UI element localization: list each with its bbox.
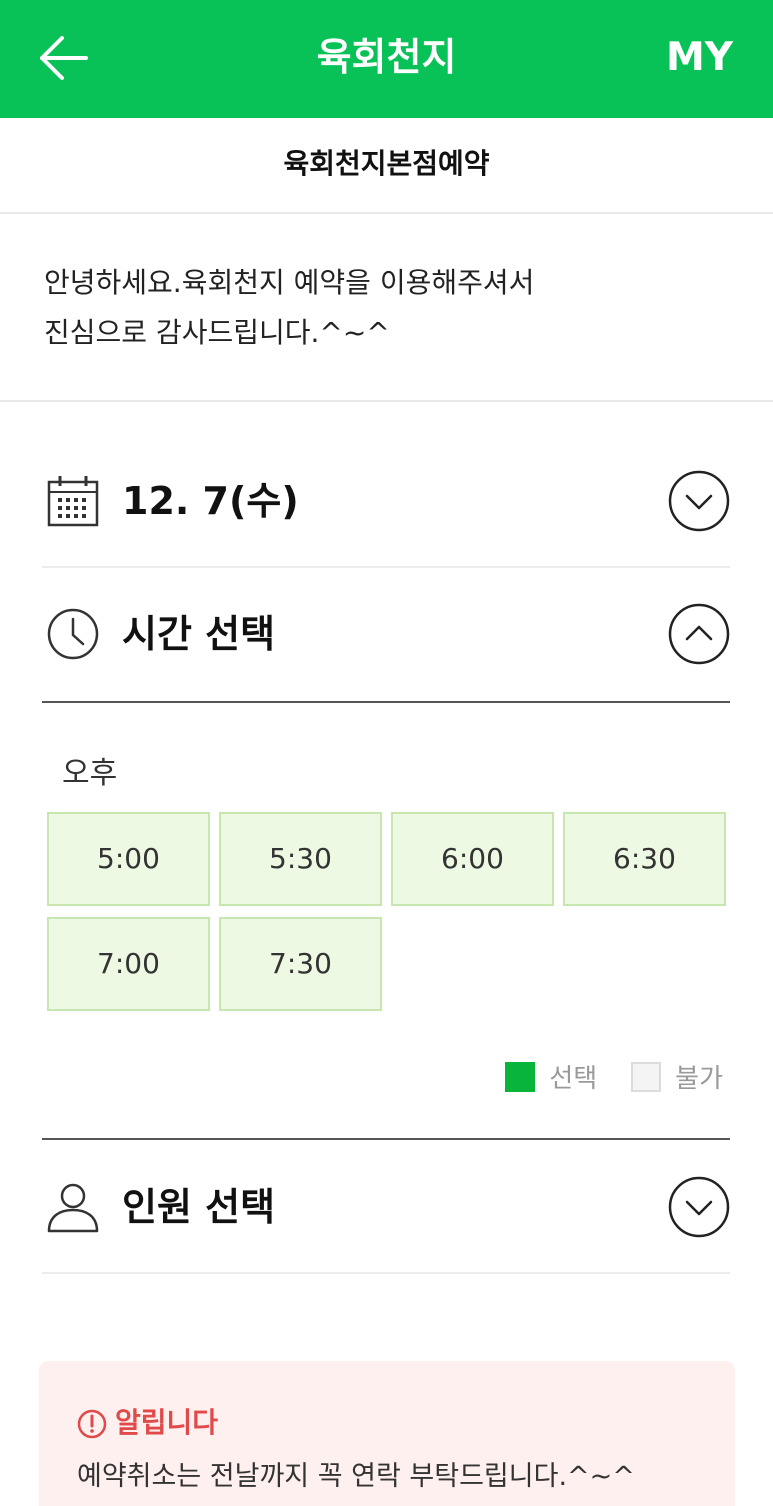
divider (0, 400, 773, 402)
notice-message: 예약취소는 전날까지 꼭 연락 부탁드립니다.^~^ (77, 1461, 635, 1492)
time-slot[interactable]: 7:00 (47, 917, 210, 1011)
legend-unavailable-swatch (631, 1061, 662, 1092)
slot-legend: 선택 불가 (505, 1058, 723, 1094)
arrow-left-icon (40, 36, 88, 80)
greeting-message: 안녕하세요.육회천지 예약을 이용해주셔서 진심으로 감사드립니다.^~^ (44, 258, 734, 358)
notice-title: 알립니다 (115, 1406, 219, 1439)
alert-icon (77, 1409, 107, 1439)
people-section-header[interactable]: 인원 선택 (42, 1140, 730, 1274)
my-page-button[interactable]: MY (666, 30, 733, 86)
time-slot[interactable]: 5:00 (47, 812, 210, 906)
clock-icon (47, 608, 99, 660)
legend-selected-label: 선택 (549, 1064, 598, 1094)
people-section-title: 인원 선택 (122, 1185, 276, 1229)
period-label: 오후 (62, 756, 118, 791)
back-button[interactable] (34, 30, 94, 86)
legend-selected-swatch (505, 1061, 536, 1092)
time-slot[interactable]: 5:30 (219, 812, 382, 906)
greeting-line-1: 안녕하세요.육회천지 예약을 이용해주셔서 (44, 266, 535, 299)
chevron-down-icon[interactable] (668, 470, 730, 532)
legend-unavailable-label: 불가 (675, 1064, 723, 1094)
app-header: 육회천지 MY (0, 0, 773, 118)
app-title: 육회천지 (316, 35, 457, 79)
divider (42, 701, 730, 703)
notice-header: 알립니다 (77, 1405, 218, 1441)
chevron-up-icon[interactable] (668, 603, 730, 665)
time-section-title: 시간 선택 (122, 612, 276, 656)
notice-box: 알립니다 예약취소는 전날까지 꼭 연락 부탁드립니다.^~^ (39, 1361, 735, 1506)
time-slot[interactable]: 6:30 (563, 812, 726, 906)
divider (42, 1272, 730, 1274)
time-slot[interactable]: 7:30 (219, 917, 382, 1011)
person-icon (47, 1183, 99, 1233)
time-slot[interactable]: 6:00 (391, 812, 554, 906)
greeting-line-2: 진심으로 감사드립니다.^~^ (44, 316, 390, 349)
calendar-icon (47, 476, 99, 527)
chevron-down-icon[interactable] (668, 1176, 730, 1238)
date-section-header[interactable]: 12. 7(수) (42, 434, 730, 568)
selected-date: 12. 7(수) (122, 479, 299, 523)
time-section-header[interactable]: 시간 선택 (42, 567, 730, 701)
page-title: 육회천지본점예약 (0, 118, 773, 214)
